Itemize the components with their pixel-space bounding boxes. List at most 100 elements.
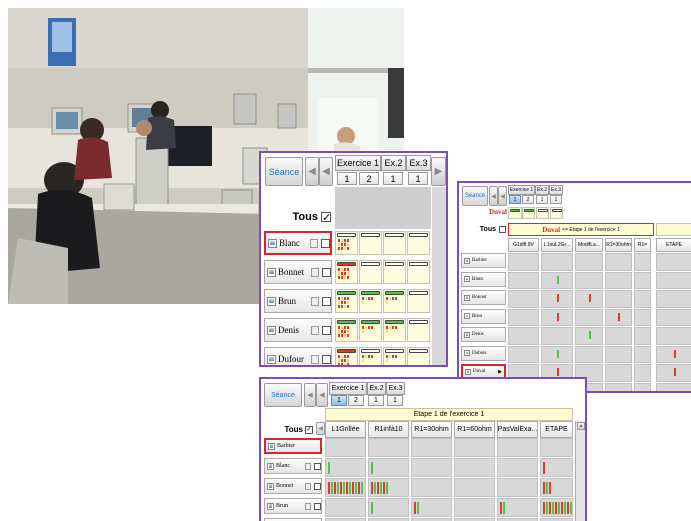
result-cell[interactable] (656, 253, 691, 271)
progress-cell[interactable] (359, 318, 382, 342)
progress-cell[interactable] (407, 260, 430, 284)
result-cell[interactable] (411, 438, 452, 457)
result-cell[interactable] (411, 478, 452, 497)
result-cell[interactable] (541, 327, 573, 345)
student-checkbox[interactable] (322, 354, 331, 364)
student-checkbox[interactable] (322, 267, 331, 277)
result-cell[interactable] (575, 253, 603, 271)
result-cell[interactable] (575, 327, 603, 345)
result-cell[interactable] (656, 308, 691, 326)
exercise-1-step-2[interactable]: 2 (348, 395, 364, 406)
test-column-header[interactable]: ModifLa... (575, 238, 603, 252)
progress-cell[interactable] (335, 318, 358, 342)
student-row-blanc[interactable]: Blanc (264, 231, 332, 255)
progress-cell[interactable] (407, 318, 430, 342)
seance-button[interactable]: Séance (265, 157, 303, 186)
result-cell[interactable] (634, 308, 651, 326)
student-row-brun[interactable]: Brun (264, 289, 332, 313)
student-menu-icon[interactable] (305, 462, 311, 470)
test-column-header[interactable]: L1ouL2Gr... (541, 238, 573, 252)
progress-cell[interactable] (407, 231, 430, 255)
progress-cell[interactable] (359, 231, 382, 255)
nav-first-button[interactable]: ◀ (304, 383, 316, 407)
nav-prev-button[interactable]: ◀ (316, 383, 328, 407)
exercise-2-header[interactable]: Ex.2 (535, 185, 549, 195)
tous-checkbox[interactable] (499, 226, 506, 233)
student-checkbox[interactable] (322, 296, 331, 306)
exercise-3-header[interactable]: Ex.3 (406, 155, 431, 171)
result-cell[interactable] (454, 498, 495, 517)
result-cell[interactable] (325, 478, 366, 497)
result-cell[interactable] (634, 327, 651, 345)
result-cell[interactable] (634, 345, 651, 363)
progress-cell[interactable] (383, 347, 406, 365)
student-checkbox[interactable] (314, 482, 321, 490)
student-row-barbier[interactable]: Barbier (264, 438, 322, 454)
progress-cell[interactable] (335, 260, 358, 284)
scroll-up-button[interactable]: ▲ (577, 422, 585, 430)
result-cell[interactable] (605, 308, 632, 326)
student-menu-icon[interactable] (310, 238, 318, 248)
student-row-denis[interactable]: Denis (461, 327, 506, 342)
progress-cell[interactable] (335, 289, 358, 313)
progress-cell[interactable] (383, 231, 406, 255)
student-row-bonnet[interactable]: Bonnet (461, 290, 506, 305)
result-cell[interactable] (656, 327, 691, 345)
result-cell[interactable] (368, 478, 409, 497)
test-column-header[interactable]: R1infà10 (368, 421, 409, 438)
test-column-header[interactable]: R1=60ohm (454, 421, 495, 438)
progress-cell[interactable] (335, 231, 358, 255)
expand-arrow-icon[interactable]: ▶ (498, 369, 502, 375)
result-cell[interactable] (656, 364, 691, 382)
student-row-brun[interactable]: Brun (264, 498, 322, 514)
test-column-header[interactable]: R1=30ohm (411, 421, 452, 438)
nav-prev-button[interactable]: ◀ (319, 157, 333, 186)
student-menu-icon[interactable] (311, 325, 319, 335)
exercise-2-header[interactable]: Ex.2 (367, 382, 386, 395)
progress-cell[interactable] (407, 347, 430, 365)
result-cell[interactable] (540, 478, 573, 497)
result-cell[interactable] (541, 345, 573, 363)
result-cell[interactable] (605, 382, 632, 391)
result-cell[interactable] (508, 308, 539, 326)
exercise-1-step-1[interactable]: 1 (509, 195, 521, 204)
result-cell[interactable] (508, 253, 539, 271)
student-checkbox[interactable] (314, 502, 321, 510)
test-column-header[interactable]: L1Grillée (325, 421, 366, 438)
exercise-1-step-1[interactable]: 1 (337, 172, 357, 185)
result-cell[interactable] (497, 498, 538, 517)
student-menu-icon[interactable] (311, 267, 319, 277)
result-cell[interactable] (605, 290, 632, 308)
test-column-header[interactable]: PasValExa... (497, 421, 538, 438)
exercise-3-header[interactable]: Ex.3 (386, 382, 405, 395)
student-menu-icon[interactable] (311, 296, 319, 306)
result-cell[interactable] (575, 271, 603, 289)
result-cell[interactable] (634, 271, 651, 289)
progress-cell[interactable] (383, 289, 406, 313)
nav-next-button[interactable]: ▶ (431, 157, 446, 186)
exercise-3-step-1[interactable]: 1 (408, 172, 428, 185)
result-cell[interactable] (325, 458, 366, 477)
progress-cell[interactable] (359, 260, 382, 284)
progress-cell[interactable] (383, 260, 406, 284)
student-row-barbier[interactable]: Barbier (461, 253, 506, 268)
student-checkbox[interactable] (322, 325, 331, 335)
result-cell[interactable] (508, 290, 539, 308)
result-cell[interactable] (508, 271, 539, 289)
result-cell[interactable] (411, 458, 452, 477)
result-cell[interactable] (540, 498, 573, 517)
result-cell[interactable] (411, 498, 452, 517)
exercise-2-step-1[interactable]: 1 (536, 195, 548, 204)
exercise-3-step-1[interactable]: 1 (387, 395, 403, 406)
result-cell[interactable] (656, 382, 691, 391)
result-cell[interactable] (540, 458, 573, 477)
scroll-left-button[interactable]: ◀ (316, 422, 325, 435)
exercise-3-step-1[interactable]: 1 (550, 195, 562, 204)
progress-cell[interactable] (407, 289, 430, 313)
vertical-scrollbar[interactable]: ▲ (575, 421, 585, 521)
result-cell[interactable] (508, 345, 539, 363)
result-cell[interactable] (325, 438, 366, 457)
result-cell[interactable] (497, 478, 538, 497)
exercise-2-step-1[interactable]: 1 (383, 172, 403, 185)
student-row-dubois[interactable]: Dubois (461, 345, 506, 361)
